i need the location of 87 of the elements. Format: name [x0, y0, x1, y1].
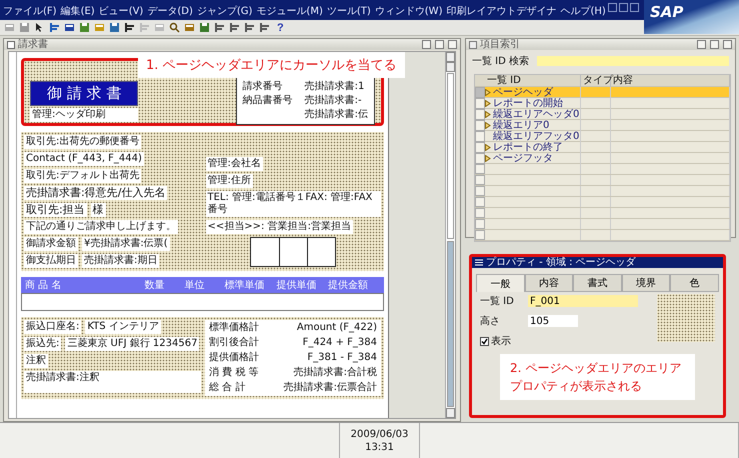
- scrollbar[interactable]: [445, 52, 455, 418]
- report-field: Contact (F_443, F_444): [24, 152, 144, 166]
- menu-item[interactable]: モジュール(M): [256, 4, 323, 18]
- window-icon: [469, 40, 477, 48]
- search-label: 一覧 ID 検索: [472, 54, 530, 68]
- table-row[interactable]: 繰返エリアヘッダ0: [475, 109, 730, 120]
- checkbox[interactable]: [480, 336, 489, 346]
- tree-item[interactable]: ページフッタ: [485, 153, 581, 164]
- input-field[interactable]: 105: [528, 315, 578, 327]
- help-button[interactable]: ?: [274, 22, 287, 34]
- column-header: 商 品 名: [25, 278, 62, 292]
- report-field: ¥売掛請求書:伝票(: [82, 237, 170, 251]
- column-header: 提供単価: [276, 279, 318, 292]
- menu-item[interactable]: ヘルプ(H): [560, 4, 606, 18]
- column-header: 標準単価: [224, 278, 266, 292]
- menu-icon: [475, 259, 483, 266]
- tree-item[interactable]: 繰返エリアヘッダ0: [485, 109, 581, 120]
- report-field: <<担当>>: 営業担当:営業担当: [206, 220, 353, 234]
- time-text: 13:31: [365, 442, 394, 452]
- tree-item[interactable]: 繰返エリアフッタ0: [485, 131, 581, 142]
- report-field: 取引先:出荷先の郵便番号: [24, 135, 142, 149]
- report-field: 管理:住所: [206, 174, 253, 188]
- tree-item[interactable]: レポートの終了: [485, 142, 581, 153]
- menu-item[interactable]: 印刷レイアウトデザイナ: [446, 4, 556, 18]
- pattern-preview: [657, 294, 715, 342]
- menu-item[interactable]: ファイル(F): [3, 4, 57, 18]
- report-field: TEL: 管理:電話番号１FAX: 管理:FAX番号: [206, 191, 381, 217]
- table-row[interactable]: 繰返エリアフッタ0: [475, 131, 730, 142]
- field-label: 高さ: [480, 314, 501, 328]
- scroll-up-button[interactable]: [446, 52, 455, 62]
- report-field: KTS インテリア: [85, 320, 161, 334]
- menu-item[interactable]: データ(D): [147, 4, 193, 18]
- report-field: 取引先:担当: [24, 203, 87, 217]
- field-label: 振込先:: [24, 337, 62, 351]
- report-field: 売掛請求書:期日: [82, 254, 160, 268]
- align-left-icon[interactable]: [214, 22, 225, 33]
- window-title: 項目索引: [480, 39, 521, 50]
- tab[interactable]: 書式: [573, 274, 622, 292]
- menu-item[interactable]: ビュー(V): [98, 4, 144, 18]
- report-field: 管理:ヘッダ印刷: [30, 108, 138, 122]
- tree-item[interactable]: 繰返エリア0: [485, 120, 581, 131]
- document-title: 御 請 求 書: [30, 81, 138, 106]
- greeting-text: 下記の通りご請求申し上げます。: [24, 220, 178, 234]
- menu-item[interactable]: ウィンドウ(W): [374, 4, 442, 18]
- menu-item[interactable]: 編集(E): [60, 4, 95, 18]
- date-text: 2009/06/03: [350, 428, 408, 440]
- report-field: 売掛請求書:得意先/仕入先名: [24, 186, 168, 200]
- table-row[interactable]: ページフッタ: [475, 153, 730, 164]
- checkbox-label: 表示: [491, 334, 511, 348]
- field-label: 御支払期日: [24, 254, 78, 268]
- window-title: プロパティ - 領域 : ページヘッダ: [486, 257, 637, 268]
- table-row[interactable]: レポートの終了: [475, 142, 730, 153]
- search-field[interactable]: [537, 56, 729, 66]
- scroll-thumb[interactable]: [447, 241, 454, 407]
- tab[interactable]: 内容: [524, 274, 574, 292]
- column-header: 数量: [144, 279, 166, 292]
- scroll-down-button[interactable]: [446, 62, 455, 72]
- field-label: 御請求金額: [24, 237, 78, 251]
- tree-item[interactable]: ページヘッダ: [485, 87, 581, 98]
- report-field: 三菱東京 UFJ 銀行 1234567: [65, 337, 200, 351]
- field-label: 振込口座名:: [24, 320, 82, 334]
- search-icon[interactable]: [169, 22, 180, 33]
- tree-item[interactable]: レポートの開始: [485, 98, 581, 109]
- document-icon: [7, 40, 15, 48]
- report-field: 売掛請求書:注釈: [24, 371, 201, 393]
- tab[interactable]: 一般: [476, 274, 525, 292]
- annotation-text: 1. ページヘッダエリアにカーソルを当てる: [138, 52, 405, 78]
- input-field[interactable]: F_001: [528, 295, 638, 307]
- honorific-text: 様: [90, 203, 106, 217]
- report-field: 取引先:デフォルト出荷先: [24, 169, 142, 183]
- save-icon[interactable]: [19, 22, 30, 33]
- window-title: 請求書: [18, 39, 49, 50]
- report-field: 管理:会社名: [206, 157, 263, 171]
- menu-item[interactable]: ジャンプ(G): [196, 4, 252, 18]
- column-header: 提供金額: [328, 278, 370, 292]
- tab[interactable]: 境界: [622, 274, 670, 292]
- menu-item[interactable]: ツール(T): [326, 4, 371, 18]
- tab[interactable]: 色: [670, 274, 719, 292]
- annotation-text: 2. ページヘッダエリアのエリアプロパティが表示される: [500, 354, 695, 400]
- table-row[interactable]: 繰返エリア0: [475, 120, 730, 131]
- table-row[interactable]: ページヘッダ: [475, 87, 730, 98]
- scroll-up-button[interactable]: [446, 408, 455, 418]
- column-header: 単位: [184, 279, 206, 292]
- field-label: 一覧 ID: [480, 295, 515, 308]
- field-label: 注釈: [24, 354, 48, 368]
- logo-text: SAP: [650, 3, 684, 21]
- table-row[interactable]: レポートの開始: [475, 98, 730, 109]
